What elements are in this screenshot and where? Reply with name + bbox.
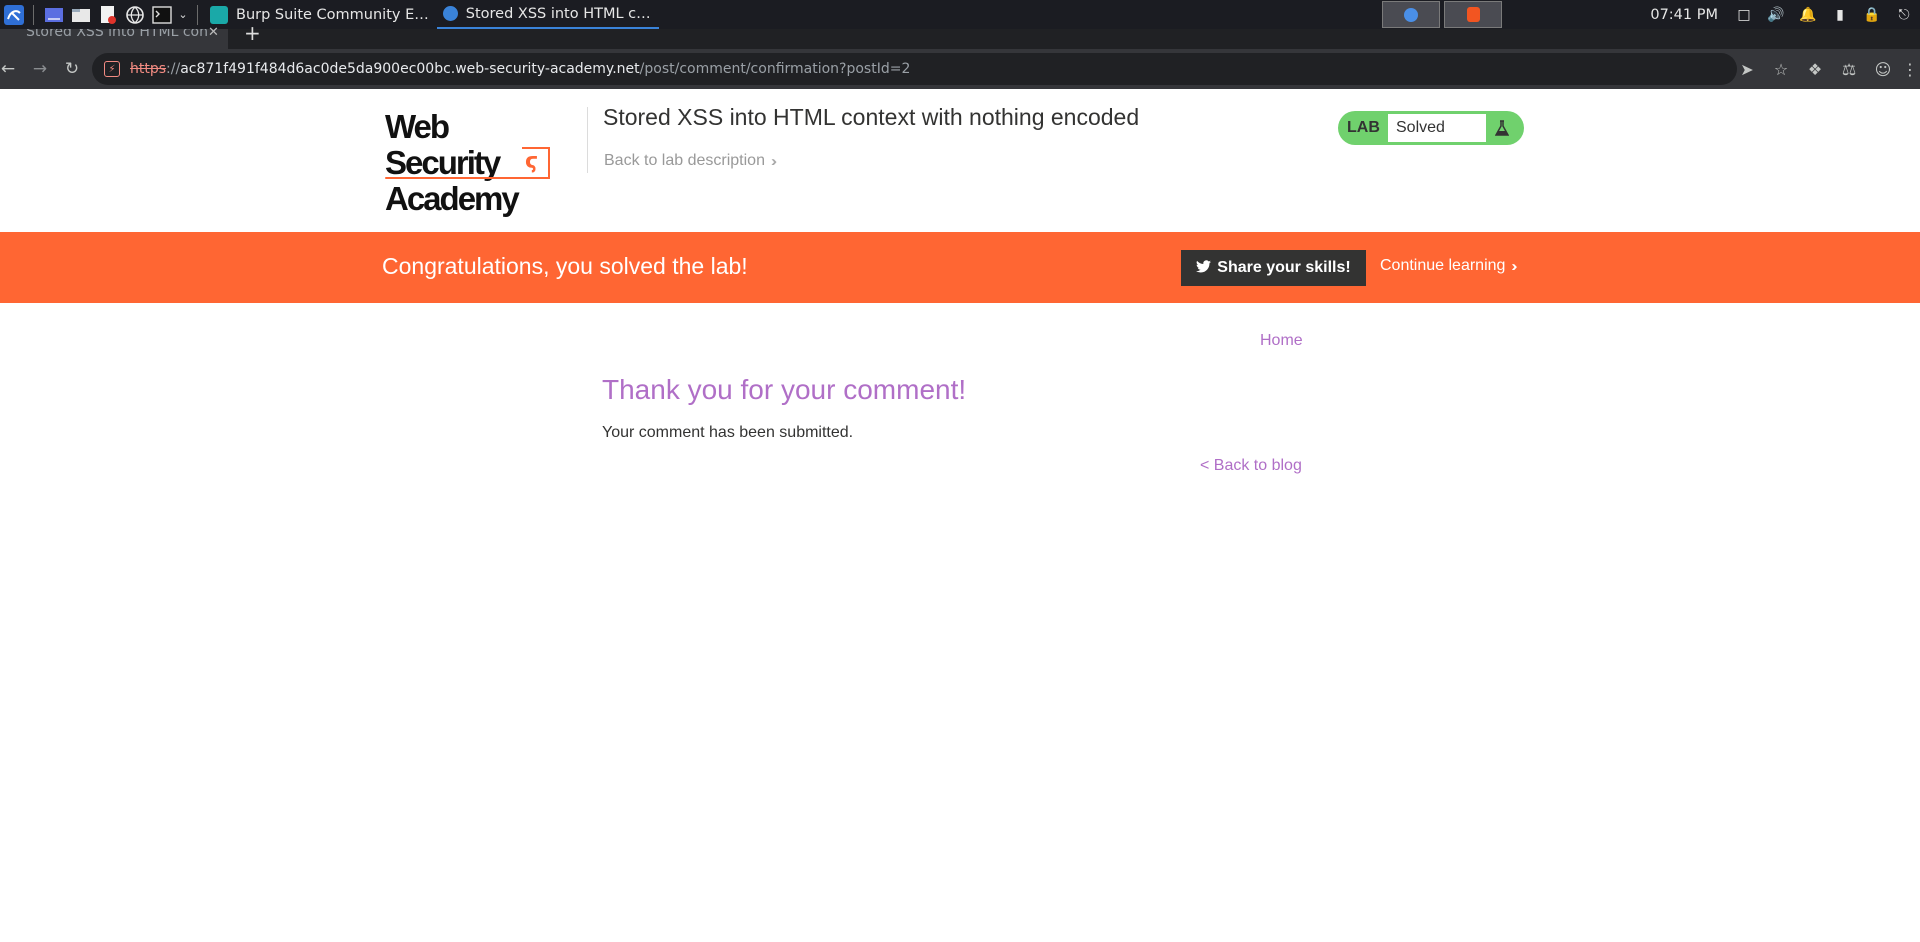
extensions-puzzle-icon[interactable]: ❖ — [1798, 52, 1832, 86]
text-editor-icon[interactable] — [94, 1, 121, 28]
logo-underline — [385, 177, 525, 179]
taskbar-task-chrome[interactable]: Stored XSS into HTML c… — [436, 0, 659, 29]
workspace-window-chrome[interactable] — [1382, 1, 1441, 28]
back-arrow-icon[interactable]: ← — [0, 55, 22, 83]
brave-icon — [1466, 7, 1480, 22]
profile-avatar-icon[interactable]: ☺ — [1866, 52, 1900, 86]
labs-flask-icon[interactable]: ⚖ — [1832, 52, 1866, 86]
lab-title: Stored XSS into HTML context with nothin… — [603, 104, 1140, 130]
volume-icon[interactable]: 🔊 — [1767, 7, 1784, 23]
taskbar-task-label: Stored XSS into HTML c… — [465, 5, 651, 22]
confirmation-message: Your comment has been submitted. — [602, 424, 854, 441]
url-path: /post/comment/confirmation?postId=2 — [639, 61, 911, 77]
browser-tab-active[interactable]: Stored XSS into HTML con — [0, 29, 228, 49]
cpu-graph-icon — [1566, 5, 1626, 25]
taskbar-separator — [33, 4, 34, 25]
share-your-skills-button[interactable]: Share your skills! — [1181, 250, 1366, 286]
chrome-icon — [442, 6, 458, 21]
not-secure-icon[interactable]: ⚡ — [104, 61, 120, 77]
share-button-label: Share your skills! — [1217, 259, 1351, 276]
logo-line-2: Academy — [385, 180, 520, 217]
lock-icon[interactable]: 🔒 — [1863, 7, 1880, 23]
web-page: Web Security Academy ϛ Stored XSS into H… — [0, 89, 1920, 942]
file-manager-icon[interactable] — [67, 1, 94, 28]
browser-toolbar: ← → ↻ ⚡ https://ac871f491f484d6ac0de5da9… — [0, 49, 1920, 89]
burp-icon — [210, 5, 228, 24]
home-link[interactable]: Home — [1260, 332, 1303, 350]
continue-learning-link[interactable]: Continue learning ›› — [1380, 257, 1517, 275]
logout-icon[interactable]: ⎋ — [1896, 7, 1912, 23]
logo-bolt-icon: ϛ — [525, 149, 539, 174]
new-tab-icon[interactable]: + — [244, 23, 261, 43]
url-scheme: https — [130, 61, 167, 77]
show-desktop-icon[interactable] — [40, 1, 67, 28]
continue-learning-label: Continue learning — [1380, 257, 1506, 274]
flask-icon — [1487, 113, 1517, 143]
double-chevron-right-icon: ›› — [770, 152, 777, 170]
web-browser-icon[interactable] — [121, 1, 148, 28]
os-taskbar: ⌄ Burp Suite Community E… Stored XSS int… — [0, 0, 1920, 29]
address-bar[interactable]: ⚡ https://ac871f491f484d6ac0de5da900ec00… — [92, 53, 1737, 85]
lab-status-badge: LAB Solved — [1338, 111, 1524, 145]
solved-message: Congratulations, you solved the lab! — [382, 253, 748, 279]
system-tray: 07:41 PM □ 🔊 🔔 ▮ 🔒 ⎋ — [1382, 0, 1920, 29]
close-tab-icon[interactable]: ✕ — [208, 26, 219, 39]
solved-banner: Congratulations, you solved the lab! Sha… — [0, 232, 1920, 303]
double-chevron-right-icon: ›› — [1511, 257, 1517, 275]
chevron-down-icon[interactable]: ⌄ — [175, 1, 191, 28]
url-separator: :// — [166, 61, 181, 77]
taskbar-task-burp[interactable]: Burp Suite Community E… — [204, 0, 437, 29]
terminal-icon[interactable] — [148, 1, 175, 28]
back-to-lab-description-label: Back to lab description — [604, 152, 765, 169]
reload-icon[interactable]: ↻ — [58, 55, 86, 83]
twitter-icon — [1196, 259, 1212, 277]
menu-kebab-icon[interactable]: ⋮ — [1900, 52, 1920, 86]
lab-status-text: Solved — [1387, 113, 1487, 143]
confirmation-heading: Thank you for your comment! — [602, 374, 967, 405]
taskbar-task-label: Burp Suite Community E… — [236, 6, 429, 23]
chrome-icon — [1404, 7, 1419, 22]
header-divider — [587, 107, 588, 173]
lab-badge-label: LAB — [1347, 119, 1380, 136]
tab-title: Stored XSS into HTML con — [26, 29, 208, 40]
workspace-window-brave[interactable] — [1444, 1, 1503, 28]
bookmark-star-icon[interactable]: ☆ — [1764, 52, 1798, 86]
browser-tab-strip: Stored XSS into HTML con ✕ + — [0, 23, 1920, 49]
battery-icon[interactable]: ▮ — [1832, 7, 1848, 23]
toolbar-actions: ➤ ☆ ❖ ⚖ ☺ ⋮ — [1730, 49, 1920, 89]
taskbar-separator — [197, 4, 198, 25]
display-icon[interactable]: □ — [1736, 7, 1752, 23]
send-icon[interactable]: ➤ — [1730, 52, 1764, 86]
web-security-academy-logo[interactable]: Web Security Academy ϛ — [385, 109, 565, 217]
forward-arrow-icon[interactable]: → — [26, 55, 54, 83]
url-host: ac871f491f484d6ac0de5da900ec00bc.web-sec… — [180, 61, 640, 77]
back-to-lab-description-link[interactable]: Back to lab description ›› — [604, 152, 777, 170]
back-to-blog-link[interactable]: < Back to blog — [1200, 457, 1302, 475]
kali-menu-icon[interactable] — [0, 1, 27, 28]
notification-bell-icon[interactable]: 🔔 — [1799, 7, 1816, 23]
clock[interactable]: 07:41 PM — [1650, 7, 1718, 23]
